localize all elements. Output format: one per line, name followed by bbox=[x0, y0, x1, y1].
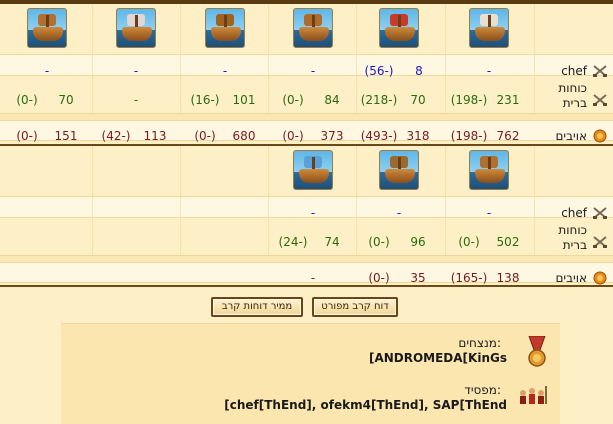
allies-loss: (0-) bbox=[16, 93, 38, 107]
crane-ship-icon[interactable] bbox=[379, 150, 419, 190]
allies-value: 84 bbox=[324, 93, 340, 107]
column-divider bbox=[180, 4, 181, 113]
galleon-icon[interactable] bbox=[469, 8, 509, 48]
chef-value: - bbox=[396, 206, 402, 220]
allies-row-label-line2: ברית bbox=[562, 96, 587, 110]
enemies-loss: (165-) bbox=[450, 271, 488, 285]
enemies-value: 318 bbox=[406, 129, 430, 143]
hull-shape bbox=[299, 27, 329, 41]
enemies-row-label: אויבים bbox=[555, 129, 587, 143]
enemies-value: 680 bbox=[232, 129, 256, 143]
allies-value: 96 bbox=[410, 235, 426, 249]
detailed-battle-report-button[interactable]: דוח קרב מפורט bbox=[312, 297, 398, 317]
chef-value: - bbox=[222, 64, 228, 78]
losers-label: מפסיד: bbox=[464, 383, 501, 397]
battle-report-converter-button[interactable]: ממיר דוחות קרב bbox=[211, 297, 303, 317]
enemies-loss: (493-) bbox=[360, 129, 398, 143]
crossed-swords-icon bbox=[593, 94, 607, 106]
allies-loss: (16-) bbox=[190, 93, 220, 107]
allies-loss: (0-) bbox=[458, 235, 480, 249]
losers-value: [chef[ThEnd], ofekm4[ThEnd], SAP[ThEnd bbox=[224, 398, 507, 412]
allies-loss: (0-) bbox=[282, 93, 304, 107]
paddle-ship-icon[interactable] bbox=[116, 8, 156, 48]
enemy-shield-icon bbox=[593, 271, 607, 285]
crossed-swords-icon bbox=[593, 236, 607, 248]
enemies-value: 373 bbox=[320, 129, 344, 143]
allies-value: 70 bbox=[58, 93, 74, 107]
hull-shape bbox=[211, 27, 241, 41]
hull-shape bbox=[385, 169, 415, 183]
enemies-loss: (42-) bbox=[101, 129, 131, 143]
allies-value: - bbox=[133, 93, 139, 107]
allies-row-label-line1: כוחות bbox=[558, 223, 587, 237]
group-separator bbox=[0, 285, 613, 287]
mortar-ship-icon[interactable] bbox=[205, 8, 245, 48]
hull-shape bbox=[475, 27, 505, 41]
chef-value: 8 bbox=[415, 64, 423, 78]
fire-ship-icon[interactable] bbox=[379, 8, 419, 48]
hull-shape bbox=[385, 27, 415, 41]
enemies-row-label: אויבים bbox=[555, 271, 587, 285]
column-divider bbox=[534, 146, 535, 255]
chef-loss: (56-) bbox=[364, 64, 394, 78]
enemies-value: 762 bbox=[496, 129, 520, 143]
column-divider bbox=[180, 146, 181, 255]
allies-value: 101 bbox=[232, 93, 256, 107]
enemies-loss: (0-) bbox=[282, 129, 304, 143]
winners-label: מנצחים: bbox=[458, 336, 501, 350]
chef-value: - bbox=[486, 206, 492, 220]
allies-loss: (198-) bbox=[450, 93, 488, 107]
loser-army-icon bbox=[520, 386, 547, 404]
allies-loss: (24-) bbox=[278, 235, 308, 249]
battle-result-box: מנצחים: [ANDROMEDA[KinGs מפסיד: [chef[Th… bbox=[61, 323, 560, 424]
allies-value: 70 bbox=[410, 93, 426, 107]
winner-medal-icon bbox=[528, 336, 546, 367]
enemies-value: 113 bbox=[143, 129, 167, 143]
allies-value: 502 bbox=[496, 235, 520, 249]
wing-ship-icon[interactable] bbox=[293, 150, 333, 190]
chef-row-label: chef bbox=[561, 64, 587, 78]
column-divider bbox=[92, 4, 93, 113]
column-divider bbox=[268, 146, 269, 255]
hull-shape bbox=[475, 169, 505, 183]
column-divider bbox=[445, 146, 446, 255]
chef-row-label: chef bbox=[561, 206, 587, 220]
enemies-value: 138 bbox=[496, 271, 520, 285]
enemies-value: 151 bbox=[54, 129, 78, 143]
allies-row-label-line2: ברית bbox=[562, 238, 587, 252]
hull-shape bbox=[299, 169, 329, 183]
allies-loss: (0-) bbox=[368, 235, 390, 249]
column-divider bbox=[445, 4, 446, 113]
enemies-loss: (0-) bbox=[16, 129, 38, 143]
crossed-swords-icon bbox=[593, 207, 607, 219]
enemies-loss: (0-) bbox=[194, 129, 216, 143]
enemies-value: 35 bbox=[410, 271, 426, 285]
enemies-value: - bbox=[310, 271, 316, 285]
allies-value: 74 bbox=[324, 235, 340, 249]
enemies-loss: (198-) bbox=[450, 129, 488, 143]
enemy-shield-icon bbox=[593, 129, 607, 143]
column-divider bbox=[92, 146, 93, 255]
chef-value: - bbox=[133, 64, 139, 78]
allies-row-label-line1: כוחות bbox=[558, 81, 587, 95]
chef-value: - bbox=[486, 64, 492, 78]
allies-loss: (218-) bbox=[360, 93, 398, 107]
catapult-ship-icon[interactable] bbox=[469, 150, 509, 190]
chef-value: - bbox=[310, 64, 316, 78]
enemies-loss: (0-) bbox=[368, 271, 390, 285]
winners-value: [ANDROMEDA[KinGs bbox=[368, 351, 507, 365]
allies-value: 231 bbox=[496, 93, 520, 107]
column-divider bbox=[534, 4, 535, 113]
ram-ship-icon[interactable] bbox=[293, 8, 333, 48]
chef-value: - bbox=[310, 206, 316, 220]
ballista-ship-icon[interactable] bbox=[27, 8, 67, 48]
hull-shape bbox=[33, 27, 63, 41]
hull-shape bbox=[122, 27, 152, 41]
crossed-swords-icon bbox=[593, 65, 607, 77]
chef-value: - bbox=[44, 64, 50, 78]
column-divider bbox=[268, 4, 269, 113]
